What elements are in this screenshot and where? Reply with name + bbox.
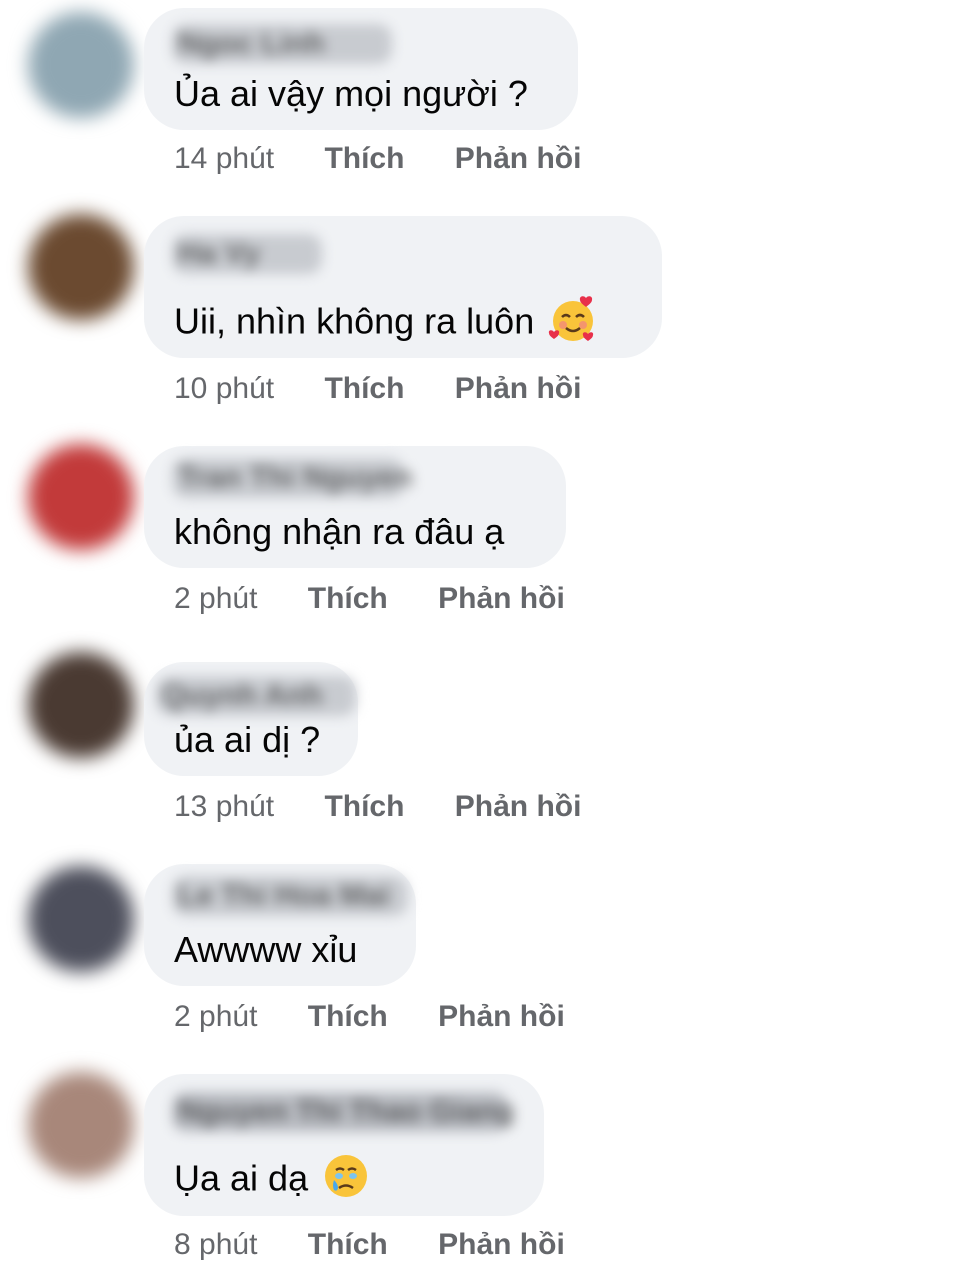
comment-text: Ụa ai dạ bbox=[174, 1152, 370, 1210]
comment-actions: 13 phút Thích Phản hồi bbox=[174, 790, 581, 824]
comment-bubble: Le Thi Hoa Mai Awwww xỉu bbox=[144, 864, 416, 986]
reply-button[interactable]: Phản hồi bbox=[455, 790, 582, 824]
comment-bubble: Ngoc Linh Ủa ai vậy mọi người ? bbox=[144, 8, 578, 130]
comment-timestamp: 14 phút bbox=[174, 142, 275, 175]
author-name-blurred[interactable]: Ngoc Linh bbox=[172, 24, 392, 64]
comment-actions: 8 phút Thích Phản hồi bbox=[174, 1228, 565, 1262]
comment-text: Awwww xỉu bbox=[174, 929, 358, 970]
comment-text: ủa ai dị ? bbox=[174, 719, 321, 760]
author-name-blurred[interactable]: Tran Thi Nguyen bbox=[172, 458, 413, 498]
comment-bubble: Tran Thi Nguyen không nhận ra đâu ạ bbox=[144, 446, 566, 568]
comment-text: không nhận ra đâu ạ bbox=[174, 511, 505, 552]
comment-bubble: Quynh Anh ủa ai dị ? bbox=[144, 662, 358, 776]
comment-actions: 10 phút Thích Phản hồi bbox=[174, 372, 581, 406]
avatar[interactable] bbox=[28, 12, 134, 118]
comment-text: Uii, nhìn không ra luôn bbox=[174, 294, 598, 354]
like-button[interactable]: Thích bbox=[308, 1228, 388, 1262]
comment-bubble: Nguyen Thi Thao Giang Ụa ai dạ bbox=[144, 1074, 544, 1216]
avatar[interactable] bbox=[28, 444, 134, 550]
author-name-blurred[interactable]: Le Thi Hoa Mai bbox=[172, 876, 408, 916]
reply-button[interactable]: Phản hồi bbox=[438, 1000, 565, 1034]
like-button[interactable]: Thích bbox=[308, 582, 388, 616]
comment-timestamp: 2 phút bbox=[174, 582, 258, 615]
avatar[interactable] bbox=[28, 1072, 134, 1178]
like-button[interactable]: Thích bbox=[324, 372, 404, 406]
comment-bubble: Ha Vy Uii, nhìn không ra luôn bbox=[144, 216, 662, 358]
comment-actions: 2 phút Thích Phản hồi bbox=[174, 582, 565, 616]
reply-button[interactable]: Phản hồi bbox=[455, 372, 582, 406]
avatar[interactable] bbox=[28, 652, 134, 758]
reply-button[interactable]: Phản hồi bbox=[438, 582, 565, 616]
comment-actions: 2 phút Thích Phản hồi bbox=[174, 1000, 565, 1034]
comment-timestamp: 13 phút bbox=[174, 790, 275, 823]
comment-timestamp: 2 phút bbox=[174, 1000, 258, 1033]
reply-button[interactable]: Phản hồi bbox=[455, 142, 582, 176]
comment-timestamp: 10 phút bbox=[174, 372, 275, 405]
like-button[interactable]: Thích bbox=[324, 790, 404, 824]
reply-button[interactable]: Phản hồi bbox=[438, 1228, 565, 1262]
face-holding-back-tears-icon bbox=[322, 1152, 370, 1210]
author-name-blurred[interactable]: Nguyen Thi Thao Giang bbox=[172, 1092, 515, 1132]
comment-text: Ủa ai vậy mọi người ? bbox=[174, 73, 528, 114]
author-name-blurred[interactable]: Ha Vy bbox=[172, 234, 322, 274]
like-button[interactable]: Thích bbox=[308, 1000, 388, 1034]
comment-timestamp: 8 phút bbox=[174, 1228, 258, 1261]
comment-actions: 14 phút Thích Phản hồi bbox=[174, 142, 581, 176]
author-name-blurred[interactable]: Quynh Anh bbox=[156, 676, 356, 716]
smiling-face-with-hearts-icon bbox=[548, 294, 598, 354]
avatar[interactable] bbox=[28, 866, 134, 972]
like-button[interactable]: Thích bbox=[324, 142, 404, 176]
avatar[interactable] bbox=[28, 214, 134, 320]
